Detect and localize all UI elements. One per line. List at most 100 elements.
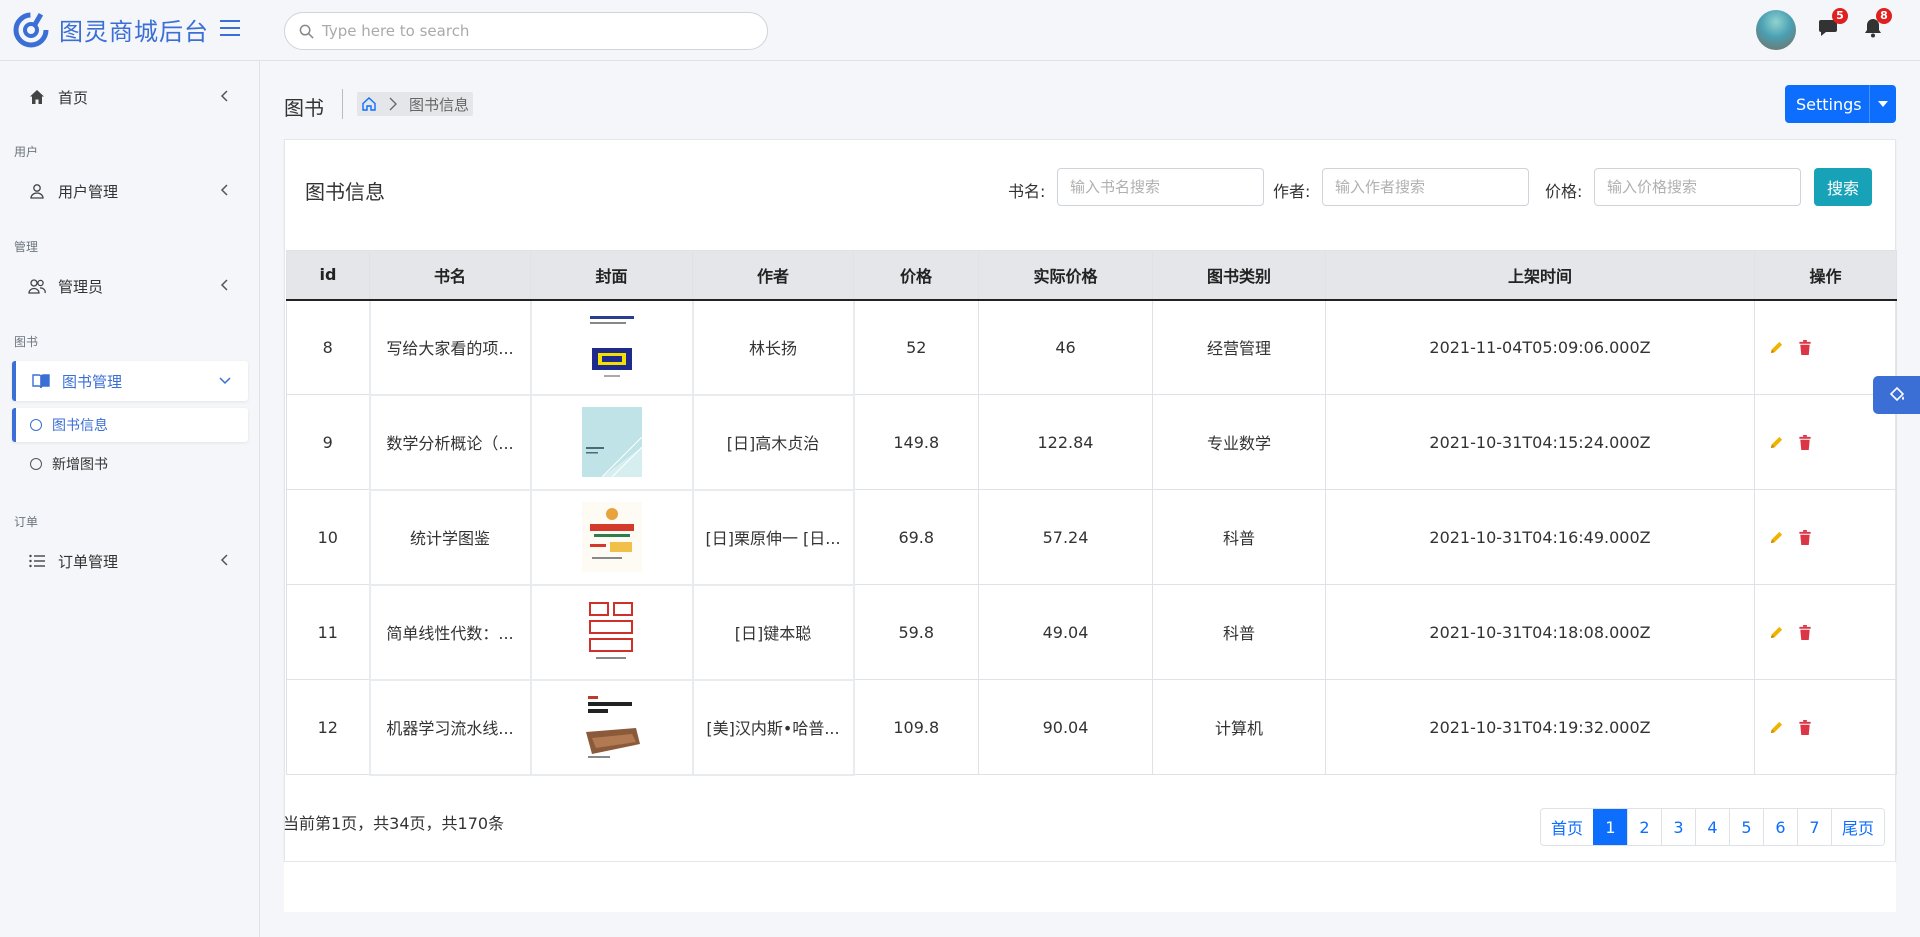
cell-actions [1754,679,1897,775]
search-input[interactable] [322,22,722,40]
cell-id: 8 [286,299,370,395]
author-filter-input[interactable] [1322,168,1529,206]
circle-icon [30,419,42,431]
delete-trash-icon[interactable] [1798,624,1812,640]
page-button-5[interactable]: 5 [1729,809,1764,845]
sidebar-item-user-manage[interactable]: 用户管理 [12,171,248,211]
author-filter-label: 作者: [1273,182,1311,201]
table-row: 12 机器学习流水线... [美]汉内斯•哈普... 109.8 90.04 计… [286,678,1897,776]
price-filter-input[interactable] [1594,168,1801,206]
settings-label: Settings [1796,94,1862,114]
user-avatar[interactable] [1756,10,1796,50]
cell-actual-price: 57.24 [978,489,1153,585]
cell-actions [1754,489,1897,585]
chevron-left-icon [220,184,228,196]
messages-badge: 5 [1832,8,1848,24]
settings-dropdown-button[interactable]: Settings [1785,85,1896,123]
cell-price: 149.8 [853,394,979,490]
cell-actions [1754,584,1897,680]
column-header-author: 作者 [692,250,854,301]
messages-button[interactable]: 5 [1818,8,1848,38]
cell-id: 11 [286,584,370,680]
sidebar-item-home[interactable]: 首页 [12,77,248,117]
name-filter-input[interactable] [1057,168,1264,206]
list-icon [28,552,46,570]
cell-name: 写给大家看的项... [368,298,532,396]
brand-title: 图灵商城后台 [59,17,209,46]
notifications-badge: 8 [1876,8,1892,24]
delete-trash-icon[interactable] [1798,719,1812,735]
cell-time: 2021-10-31T04:15:24.000Z [1325,394,1755,490]
cell-actual-price: 122.84 [978,394,1153,490]
cell-actual-price: 46 [978,299,1153,395]
sidebar-item-label: 管理员 [58,277,104,296]
page-first-button[interactable]: 首页 [1541,809,1594,845]
column-header-id: id [286,250,370,301]
column-header-cover: 封面 [530,250,693,301]
cell-name: 数学分析概论（... [368,393,532,491]
name-filter-label: 书名: [1008,182,1046,201]
sidebar: 首页 用户 用户管理 管理 管理员 图书 图书管理 图书信息 新增图书 订单 订… [0,61,260,937]
page-button-3[interactable]: 3 [1661,809,1696,845]
page-last-button[interactable]: 尾页 [1831,809,1885,845]
page-button-7[interactable]: 7 [1797,809,1832,845]
caret-down-icon[interactable] [1869,85,1896,123]
cell-price: 59.8 [853,584,979,680]
search-icon [299,24,314,39]
notifications-button[interactable]: 8 [1862,8,1892,38]
cell-id: 12 [286,679,370,775]
sidebar-subitem-book-add[interactable]: 新增图书 [12,447,248,481]
cell-category: 科普 [1152,584,1326,680]
table-row: 11 简单线性代数：... [日]键本聪 59.8 49.04 科普 2021-… [286,583,1897,681]
page-button-2[interactable]: 2 [1627,809,1662,845]
sidebar-item-book-manage[interactable]: 图书管理 [12,361,248,401]
sidebar-subitem-book-info[interactable]: 图书信息 [12,408,248,442]
cell-author: 林长扬 [691,298,855,396]
sidebar-item-order-manage[interactable]: 订单管理 [12,541,248,581]
page-title: 图书 [284,96,324,120]
books-table: id 书名 封面 作者 价格 实际价格 图书类别 上架时间 操作 8 写给大家看… [286,250,1897,776]
sidebar-item-label: 用户管理 [58,182,119,201]
edit-pencil-icon[interactable] [1769,435,1784,450]
cell-id: 9 [286,394,370,490]
theme-customizer-button[interactable] [1873,376,1920,414]
home-icon[interactable] [361,96,377,112]
edit-pencil-icon[interactable] [1769,530,1784,545]
cell-name: 机器学习流水线... [368,678,532,776]
edit-pencil-icon[interactable] [1769,340,1784,355]
delete-trash-icon[interactable] [1798,529,1812,545]
cell-time: 2021-10-31T04:16:49.000Z [1325,489,1755,585]
book-cover-image [581,407,642,477]
section-header-user: 用户 [14,145,39,159]
brand[interactable]: 图灵商城后台 [13,9,209,49]
chevron-down-icon [219,377,231,385]
edit-pencil-icon[interactable] [1769,625,1784,640]
page-button-4[interactable]: 4 [1695,809,1730,845]
delete-trash-icon[interactable] [1798,339,1812,355]
circle-icon [30,458,42,470]
edit-pencil-icon[interactable] [1769,720,1784,735]
column-header-category: 图书类别 [1152,250,1326,301]
chevron-left-icon [220,554,228,566]
cell-category: 计算机 [1152,679,1326,775]
sidebar-item-admins[interactable]: 管理员 [12,266,248,306]
search-button[interactable]: 搜索 [1814,168,1872,206]
page-button-1[interactable]: 1 [1593,809,1628,845]
cell-author: [日]高木贞治 [691,393,855,491]
column-header-actual-price: 实际价格 [978,250,1153,301]
global-search[interactable] [284,12,768,50]
sidebar-item-label: 订单管理 [58,552,119,571]
sidebar-item-label: 新增图书 [52,457,108,473]
cell-time: 2021-10-31T04:19:32.000Z [1325,679,1755,775]
user-icon [28,182,46,200]
page-button-6[interactable]: 6 [1763,809,1798,845]
pagination: 首页 1 2 3 4 5 6 7 尾页 [1540,808,1886,846]
book-cover-image [581,312,642,382]
cell-time: 2021-11-04T05:09:06.000Z [1325,299,1755,395]
pagination-info: 当前第1页，共34页，共170条 [283,814,505,833]
menu-toggle-icon[interactable] [220,20,240,36]
delete-trash-icon[interactable] [1798,434,1812,450]
cell-author: [日]栗原伸一 [日... [691,488,855,586]
cell-name: 简单线性代数：... [368,583,532,681]
book-icon [32,372,50,390]
